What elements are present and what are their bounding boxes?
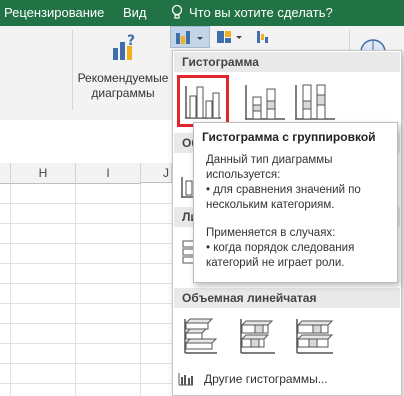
tooltip-line: категорий не играет роли.: [206, 257, 345, 269]
tooltip-line: используется:: [206, 169, 281, 181]
column-header-partial: [0, 163, 11, 184]
tooltip-title: Гистограмма с группировкой: [202, 130, 376, 144]
tooltip-line: • когда порядок следования: [206, 242, 355, 254]
hierarchy-chart-button[interactable]: [212, 26, 250, 48]
tooltip-line: Применяется в случаях:: [206, 227, 336, 239]
grid-line: [0, 383, 172, 384]
small-column-chart-icon: [178, 373, 193, 386]
3d-clustered-bar-option[interactable]: [181, 315, 225, 359]
grid-line: [0, 243, 172, 244]
3d-stacked-100-bar-option[interactable]: [293, 315, 337, 359]
recommended-charts-button[interactable]: ? Рекомендуемые диаграммы: [76, 30, 170, 116]
clustered-column-option[interactable]: [177, 75, 229, 127]
grid-line: [0, 203, 172, 204]
grid-line: [140, 184, 141, 396]
grid-line: [0, 303, 172, 304]
section-2d-column: Гистограмма: [174, 52, 400, 72]
tooltip-line: • для сравнения значений по: [206, 184, 361, 196]
stacked-100-column-option[interactable]: [293, 79, 337, 123]
grid-line: [0, 283, 172, 284]
column-header-i[interactable]: I: [76, 163, 141, 184]
3d-clustered-bar-icon: [184, 318, 218, 354]
column-header-h[interactable]: H: [11, 163, 76, 184]
recommended-charts-label-2: диаграммы: [91, 86, 155, 100]
tab-review[interactable]: Рецензирование: [4, 5, 104, 20]
stacked-column-option[interactable]: [243, 79, 287, 123]
more-column-charts-link[interactable]: Другие гистограммы...: [174, 369, 400, 391]
column-chart-icon: [176, 31, 203, 44]
section-3d-bar: Объемная линейчатая: [174, 288, 400, 308]
lightbulb-icon: [171, 4, 183, 24]
grid-line: [10, 184, 11, 396]
column-chart-button[interactable]: [170, 26, 210, 48]
tooltip-line: Данный тип диаграммы: [206, 154, 333, 166]
grid-line: [0, 223, 172, 224]
column-header-j[interactable]: J: [141, 163, 172, 183]
waterfall-chart-icon: [257, 31, 268, 43]
tab-view[interactable]: Вид: [123, 5, 147, 20]
more-column-charts-label: Другие гистограммы...: [204, 372, 328, 386]
grid-line: [0, 363, 172, 364]
tooltip-line: нескольким категориям.: [206, 199, 335, 211]
ribbon-tab-bar: Рецензирование Вид Что вы хотите сделать…: [0, 0, 404, 26]
clustered-column-icon: [185, 86, 221, 119]
stacked-100-column-icon: [295, 84, 335, 120]
grid-line: [0, 323, 172, 324]
chart-type-tooltip: Гистограмма с группировкой Данный тип ди…: [193, 122, 398, 283]
grid-line: [0, 343, 172, 344]
hierarchy-chart-icon: [217, 31, 242, 43]
waterfall-chart-button[interactable]: [252, 26, 282, 48]
tell-me-search[interactable]: Что вы хотите сделать?: [189, 5, 333, 20]
3d-stacked-bar-icon: [240, 319, 275, 354]
grid-line: [0, 263, 172, 264]
recommended-charts-icon: ?: [111, 33, 141, 67]
stacked-column-icon: [245, 85, 285, 120]
group-separator: [72, 30, 73, 110]
recommended-charts-label-1: Рекомендуемые: [77, 71, 169, 85]
grid-line: [75, 184, 76, 396]
3d-stacked-bar-option[interactable]: [237, 315, 281, 359]
svg-text:?: ?: [127, 34, 135, 49]
3d-stacked-100-bar-icon: [296, 319, 334, 354]
